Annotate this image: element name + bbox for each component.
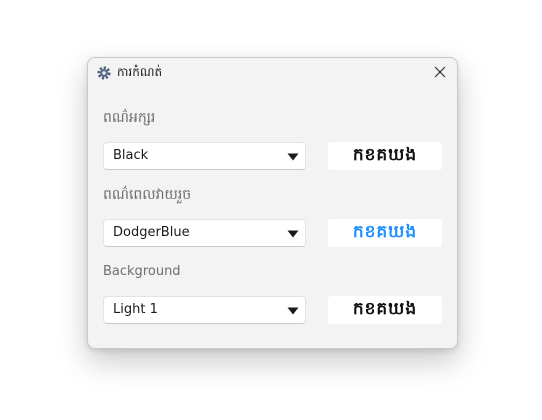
background-label: Background (103, 264, 181, 279)
gear-icon (97, 65, 111, 80)
chevron-down-icon (287, 153, 299, 161)
highlight-color-preview: កខគឃង (328, 219, 442, 247)
window-title: ការកំណត់ (117, 65, 163, 79)
text-color-value: Black (113, 148, 149, 163)
text-color-preview: កខគឃង (328, 142, 442, 170)
background-value: Light 1 (113, 302, 158, 317)
text-color-label: ពណ៌អក្សរ (103, 110, 156, 126)
chevron-down-icon (287, 230, 299, 238)
title-bar[interactable]: ការកំណត់ (88, 58, 457, 86)
chevron-down-icon (287, 307, 299, 315)
background-select[interactable]: Light 1 (103, 296, 306, 324)
highlight-color-value: DodgerBlue (113, 225, 190, 240)
close-button[interactable] (429, 61, 451, 83)
highlight-color-label: ពណ៌ពេលវាយរួច (103, 187, 192, 203)
close-icon (434, 66, 446, 78)
highlight-color-select[interactable]: DodgerBlue (103, 219, 306, 247)
text-color-select[interactable]: Black (103, 142, 306, 170)
settings-dialog: ការកំណត់ ពណ៌អក្សរ Black កខគឃង ពណ៌ពេលវាយរ… (87, 57, 458, 349)
background-preview: កខគឃង (328, 296, 442, 324)
